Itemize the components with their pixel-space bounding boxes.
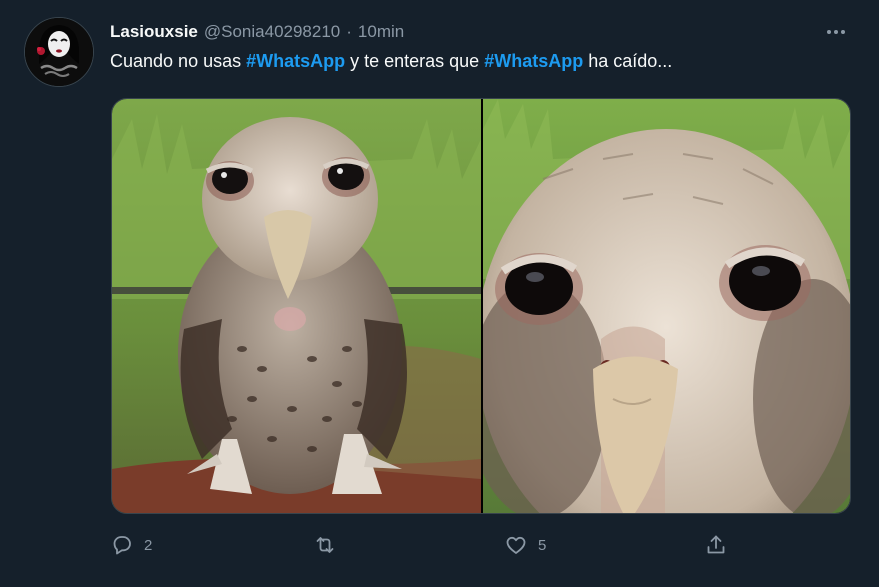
tweet-media <box>111 98 851 514</box>
tweet-actions: 2 5 <box>110 533 730 559</box>
hashtag-link[interactable]: #WhatsApp <box>246 51 345 71</box>
hashtag-link[interactable]: #WhatsApp <box>484 51 583 71</box>
tweet-card[interactable]: Lasiouxsie @Sonia40298210 · 10min Cuando… <box>0 0 879 587</box>
tweet-text-part: Cuando no usas <box>110 51 247 71</box>
reply-button[interactable]: 2 <box>110 533 152 557</box>
separator-dot: · <box>346 22 352 41</box>
author-handle[interactable]: @Sonia40298210 <box>204 22 340 42</box>
owl-closeup-photo-icon <box>483 99 850 513</box>
more-dot <box>827 30 831 34</box>
author-name[interactable]: Lasiouxsie <box>110 22 198 42</box>
owl-photo-icon <box>112 99 481 513</box>
owl-photo[interactable] <box>112 99 481 513</box>
avatar[interactable] <box>24 17 94 87</box>
reply-icon <box>113 536 131 555</box>
avatar-image <box>25 18 93 86</box>
owl-closeup-photo[interactable] <box>483 99 850 513</box>
retweet-button[interactable] <box>313 533 347 557</box>
more-dot <box>841 30 845 34</box>
tweet-text-part: ha caído... <box>583 51 673 71</box>
reply-count: 2 <box>144 536 153 554</box>
retweet-icon <box>316 537 334 553</box>
tweet-timestamp[interactable]: 10min <box>358 22 404 42</box>
tweet-text-part: y te enteras que <box>345 51 485 71</box>
share-icon <box>707 535 725 554</box>
like-icon <box>506 536 526 554</box>
share-button[interactable] <box>704 533 728 557</box>
tweet-text: Cuando no usas #WhatsApp y te enteras qu… <box>110 51 672 72</box>
like-button[interactable]: 5 <box>504 533 546 557</box>
tweet-header: Lasiouxsie @Sonia40298210 · 10min <box>110 20 404 44</box>
more-dot <box>834 30 838 34</box>
more-options-icon[interactable] <box>820 18 852 46</box>
like-count: 5 <box>538 536 547 554</box>
